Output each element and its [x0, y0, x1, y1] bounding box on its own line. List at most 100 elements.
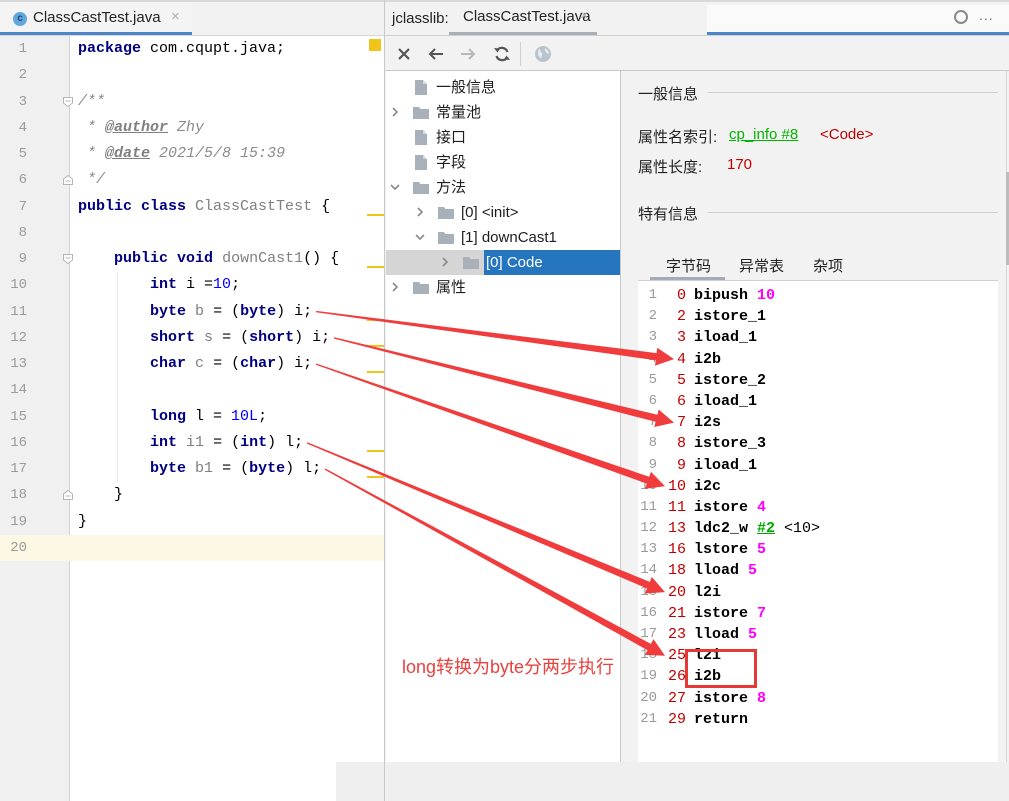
code-line[interactable]: 9 public void downCast1() {	[0, 246, 384, 272]
code-line[interactable]: 3 /**	[0, 89, 384, 115]
warning-stripe-marker[interactable]	[367, 476, 384, 478]
code-line[interactable]: 1 package com.cqupt.java;	[0, 36, 384, 62]
bytecode-line[interactable]: 6 6 iload_1	[638, 391, 998, 412]
fold-collapse-icon[interactable]	[62, 253, 74, 265]
bytecode-line[interactable]: 9 9 iload_1	[638, 455, 998, 476]
code-line[interactable]: 6 */	[0, 167, 384, 193]
chevron-right-icon[interactable]	[440, 257, 450, 267]
code-text[interactable]: int i =10;	[78, 272, 240, 298]
code-text[interactable]: public void downCast1() {	[78, 246, 339, 272]
code-text[interactable]: * @date 2021/5/8 15:39	[78, 141, 285, 167]
code-text[interactable]: byte b1 = (byte) l;	[78, 456, 321, 482]
code-line[interactable]: 19}	[0, 509, 384, 535]
code-text[interactable]: */	[78, 167, 105, 193]
code-line[interactable]: 18 }	[0, 482, 384, 508]
tree-item[interactable]: 接口	[386, 125, 620, 150]
back-button[interactable]	[427, 45, 445, 63]
bytecode-line[interactable]: 4 4 i2b	[638, 349, 998, 370]
code-line[interactable]: 16 int i1 = (int) l;	[0, 430, 384, 456]
warning-stripe-marker[interactable]	[367, 371, 384, 373]
cp-info-link[interactable]: cp_info #8	[729, 126, 798, 143]
code-line[interactable]: 20	[0, 534, 384, 561]
code-text[interactable]: package com.cqupt.java;	[78, 36, 285, 62]
tree-item[interactable]: [1] downCast1	[386, 225, 620, 250]
pane-divider[interactable]	[384, 0, 385, 801]
code-line[interactable]: 17 byte b1 = (byte) l;	[0, 456, 384, 482]
bytecode-line[interactable]: 8 8 istore_3	[638, 433, 998, 454]
constant-pool-link[interactable]: #2	[757, 520, 775, 537]
code-line[interactable]: 14	[0, 377, 384, 403]
fold-end-icon[interactable]	[62, 489, 74, 501]
bytecode-line[interactable]: 5 5 istore_2	[638, 370, 998, 391]
tree-item[interactable]: 属性	[386, 275, 620, 300]
tree-item[interactable]: 常量池	[386, 100, 620, 125]
bytecode-line[interactable]: 10 10 i2c	[638, 476, 998, 497]
bytecode-line[interactable]: 20 27 istore 8	[638, 688, 998, 709]
close-tab-icon[interactable]: ×	[580, 7, 589, 24]
code-line[interactable]: 10 int i =10;	[0, 272, 384, 298]
warning-stripe-marker[interactable]	[367, 449, 384, 452]
fold-end-icon[interactable]	[62, 174, 74, 186]
bytecode-line[interactable]: 2 2 istore_1	[638, 306, 998, 327]
tab-misc[interactable]: 杂项	[813, 255, 843, 276]
more-icon[interactable]: ...	[979, 7, 994, 23]
code-line[interactable]: 15 long l = 10L;	[0, 404, 384, 430]
chevron-down-icon[interactable]	[415, 232, 425, 242]
chevron-right-icon[interactable]	[390, 107, 400, 117]
bytecode-line[interactable]: 17 23 lload 5	[638, 624, 998, 645]
warning-summary-icon[interactable]	[369, 39, 381, 51]
warning-stripe-marker[interactable]	[367, 213, 384, 216]
bytecode-line[interactable]: 14 18 lload 5	[638, 560, 998, 581]
code-line[interactable]: 7 public class ClassCastTest {	[0, 194, 384, 220]
refresh-button[interactable]	[493, 45, 511, 63]
tree-item[interactable]: [0] Code	[386, 250, 620, 275]
bytecode-line[interactable]: 3 3 iload_1	[638, 327, 998, 348]
bytecode-line[interactable]: 11 11 istore 4	[638, 497, 998, 518]
jclasslib-tab[interactable]: ClassCastTest.java ×	[449, 2, 597, 35]
opcode: iload_1	[694, 456, 758, 474]
bytecode-line[interactable]: 16 21 istore 7	[638, 603, 998, 624]
browser-button[interactable]	[534, 45, 552, 63]
tree-item[interactable]: [0] <init>	[386, 200, 620, 225]
bytecode-line[interactable]: 1 0 bipush 10	[638, 285, 998, 306]
code-text[interactable]: short s = (short) i;	[78, 325, 330, 351]
warning-stripe-marker[interactable]	[367, 318, 384, 321]
help-icon[interactable]	[954, 10, 968, 24]
tree-item[interactable]: 一般信息	[386, 75, 620, 100]
bytecode-line[interactable]: 7 7 i2s	[638, 412, 998, 433]
code-text[interactable]: }	[78, 482, 123, 508]
code-line[interactable]: 11 byte b = (byte) i;	[0, 299, 384, 325]
warning-stripe-marker[interactable]	[367, 344, 384, 347]
chevron-right-icon[interactable]	[390, 282, 400, 292]
tree-item[interactable]: 字段	[386, 150, 620, 175]
fold-collapse-icon[interactable]	[62, 96, 74, 108]
bytecode-line[interactable]: 12 13 ldc2_w #2 <10>	[638, 518, 998, 539]
code-text[interactable]: }	[78, 509, 87, 535]
code-text[interactable]: public class ClassCastTest {	[78, 194, 330, 220]
close-tab-icon[interactable]: ×	[171, 8, 180, 25]
code-line[interactable]: 5 * @date 2021/5/8 15:39	[0, 141, 384, 167]
code-text[interactable]: int i1 = (int) l;	[78, 430, 303, 456]
code-line[interactable]: 8	[0, 220, 384, 246]
chevron-right-icon[interactable]	[415, 207, 425, 217]
chevron-down-icon[interactable]	[390, 182, 400, 192]
bytecode-line[interactable]: 15 20 l2i	[638, 582, 998, 603]
code-line[interactable]: 13 char c = (char) i;	[0, 351, 384, 377]
tab-bytecode[interactable]: 字节码	[666, 255, 711, 276]
bytecode-line[interactable]: 21 29 return	[638, 709, 998, 730]
editor-tab[interactable]: c ClassCastTest.java ×	[0, 2, 192, 35]
code-line[interactable]: 2	[0, 62, 384, 88]
forward-button[interactable]	[459, 45, 477, 63]
tree-item[interactable]: 方法	[386, 175, 620, 200]
code-text[interactable]: long l = 10L;	[78, 404, 267, 430]
code-text[interactable]: * @author Zhy	[78, 115, 204, 141]
code-text[interactable]: byte b = (byte) i;	[78, 299, 312, 325]
code-line[interactable]: 12 short s = (short) i;	[0, 325, 384, 351]
code-text[interactable]: /**	[78, 89, 105, 115]
warning-stripe-marker[interactable]	[367, 266, 384, 268]
close-button[interactable]	[395, 45, 413, 63]
code-text[interactable]: char c = (char) i;	[78, 351, 312, 377]
bytecode-line[interactable]: 13 16 lstore 5	[638, 539, 998, 560]
tab-exception-table[interactable]: 异常表	[739, 255, 784, 276]
code-line[interactable]: 4 * @author Zhy	[0, 115, 384, 141]
